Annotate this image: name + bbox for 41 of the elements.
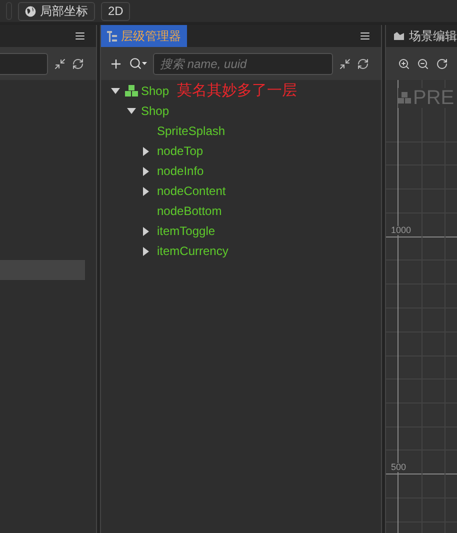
tree-item[interactable]: nodeTop bbox=[157, 142, 204, 160]
tab-title: 层级管理器 bbox=[121, 28, 181, 45]
add-icon[interactable] bbox=[109, 56, 123, 70]
refresh-icon[interactable] bbox=[357, 58, 369, 70]
toolbar-button[interactable]: 局部坐标 bbox=[18, 2, 95, 20]
scene-icon bbox=[394, 32, 404, 40]
tree-item[interactable]: SpriteSplash bbox=[157, 122, 226, 140]
tree-icon bbox=[107, 30, 117, 42]
search-field[interactable] bbox=[0, 52, 48, 74]
search-filter-icon[interactable] bbox=[129, 57, 147, 70]
globe-icon bbox=[25, 6, 36, 16]
tree-item[interactable]: itemCurrency bbox=[157, 242, 228, 260]
collapsed-arrow-icon[interactable] bbox=[143, 246, 149, 256]
scene-icon bbox=[125, 85, 138, 97]
tab-title: 场景编辑 bbox=[409, 28, 457, 45]
collapse-icon[interactable] bbox=[54, 58, 66, 70]
tree-item[interactable]: nodeInfo bbox=[157, 162, 204, 180]
annotation-text: 莫名其妙多了一层 bbox=[177, 80, 298, 101]
tree-item[interactable]: nodeContent bbox=[157, 182, 226, 200]
preview-icon bbox=[398, 92, 411, 104]
zoom-out-icon[interactable] bbox=[417, 58, 429, 70]
collapsed-arrow-icon[interactable] bbox=[143, 226, 149, 236]
menu-icon[interactable] bbox=[74, 30, 86, 42]
collapse-icon[interactable] bbox=[339, 58, 351, 70]
refresh-icon[interactable] bbox=[72, 58, 84, 70]
tree-item[interactable]: Shop bbox=[141, 82, 170, 100]
menu-icon[interactable] bbox=[359, 30, 371, 42]
collapsed-arrow-icon[interactable] bbox=[143, 166, 149, 176]
toolbar-button[interactable]: 2D bbox=[101, 2, 130, 20]
expanded-arrow-icon[interactable] bbox=[111, 88, 120, 94]
ruler-label: 500 bbox=[390, 463, 408, 472]
search-field[interactable]: 搜索 name, uuid bbox=[153, 52, 333, 74]
collapsed-arrow-icon[interactable] bbox=[143, 186, 149, 196]
collapsed-arrow-icon[interactable] bbox=[143, 146, 149, 156]
tree-item[interactable]: Shop bbox=[141, 102, 170, 120]
expanded-arrow-icon[interactable] bbox=[127, 108, 136, 114]
ruler-label: 1000 bbox=[390, 226, 412, 235]
reset-icon[interactable] bbox=[436, 58, 448, 70]
tree-item[interactable]: itemToggle bbox=[157, 222, 216, 240]
tree-item[interactable]: nodeBottom bbox=[157, 202, 222, 220]
zoom-in-icon[interactable] bbox=[398, 58, 410, 70]
